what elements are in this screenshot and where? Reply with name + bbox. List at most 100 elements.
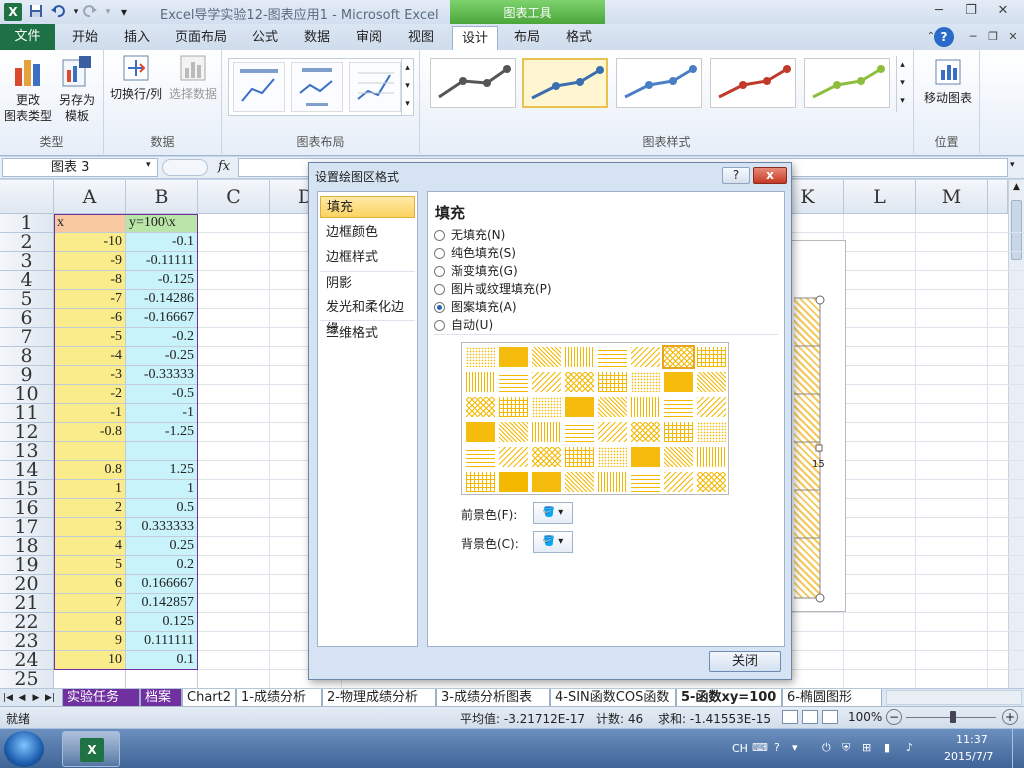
cell-a[interactable]: -3 bbox=[54, 366, 126, 385]
tab-insert[interactable]: 插入 bbox=[114, 26, 160, 50]
cell-a[interactable]: 4 bbox=[54, 537, 126, 556]
pattern-swatch[interactable] bbox=[565, 447, 594, 467]
pattern-swatch[interactable] bbox=[598, 447, 627, 467]
prev-sheet-icon[interactable]: ◀ bbox=[16, 690, 28, 706]
cell-a[interactable]: 6 bbox=[54, 575, 126, 594]
cell-b[interactable]: -0.2 bbox=[126, 328, 198, 347]
tab-page-layout[interactable]: 页面布局 bbox=[168, 26, 234, 50]
chart-style-gallery[interactable]: ▴ ▾ ▾ bbox=[426, 54, 910, 118]
pattern-swatch[interactable] bbox=[499, 422, 528, 442]
zoom-in-icon[interactable]: + bbox=[1002, 709, 1018, 725]
tab-file[interactable]: 文件 bbox=[0, 24, 55, 50]
keyboard-icon[interactable]: ⌨ bbox=[752, 741, 768, 754]
cell-a[interactable]: 2 bbox=[54, 499, 126, 518]
pattern-swatch[interactable] bbox=[499, 397, 528, 417]
pattern-swatch[interactable] bbox=[631, 447, 660, 467]
tab-formulas[interactable]: 公式 bbox=[244, 26, 286, 50]
radio-no-fill[interactable]: 无填充(N) bbox=[434, 226, 505, 244]
cell-a[interactable]: -4 bbox=[54, 347, 126, 366]
cell-a[interactable]: -9 bbox=[54, 252, 126, 271]
pattern-swatch[interactable] bbox=[565, 397, 594, 417]
tab-layout[interactable]: 布局 bbox=[504, 26, 550, 50]
pattern-swatch[interactable] bbox=[499, 347, 528, 367]
cell-b[interactable]: -0.33333 bbox=[126, 366, 198, 385]
column-header-n[interactable] bbox=[988, 180, 1008, 214]
pattern-swatch[interactable] bbox=[532, 472, 561, 492]
nav-border-style[interactable]: 边框样式 bbox=[320, 247, 415, 269]
pattern-swatch[interactable] bbox=[466, 397, 495, 417]
save-icon[interactable] bbox=[28, 4, 44, 20]
sheet-tab-4[interactable]: 4-SIN函数COS函数 bbox=[550, 689, 676, 707]
cell-b[interactable]: 0.111111 bbox=[126, 632, 198, 651]
pattern-swatch[interactable] bbox=[664, 447, 693, 467]
cell-a[interactable]: -2 bbox=[54, 385, 126, 404]
cell-b[interactable]: 0.142857 bbox=[126, 594, 198, 613]
style-option-1[interactable] bbox=[430, 58, 516, 108]
redo-icon[interactable] bbox=[82, 4, 98, 20]
clock-date[interactable]: 2015/7/7 bbox=[944, 750, 993, 763]
dialog-help-button[interactable]: ? bbox=[722, 167, 750, 184]
pattern-swatch[interactable] bbox=[631, 472, 660, 492]
cell-a[interactable]: -6 bbox=[54, 309, 126, 328]
sheet-tab-chart2[interactable]: Chart2 bbox=[182, 689, 236, 707]
sheet-tab-archive[interactable]: 档案 bbox=[140, 689, 182, 707]
cell-b[interactable]: 1.25 bbox=[126, 461, 198, 480]
cell-a[interactable]: x bbox=[54, 214, 126, 233]
pattern-swatch[interactable] bbox=[631, 422, 660, 442]
radio-solid-fill[interactable]: 纯色填充(S) bbox=[434, 244, 516, 262]
pattern-swatch[interactable] bbox=[697, 347, 726, 367]
cell-a[interactable]: 0.8 bbox=[54, 461, 126, 480]
pattern-swatch[interactable] bbox=[697, 372, 726, 392]
cell-b[interactable]: 0.166667 bbox=[126, 575, 198, 594]
tab-home[interactable]: 开始 bbox=[62, 26, 108, 50]
scroll-up-icon[interactable]: ▲ bbox=[1009, 180, 1024, 194]
resize-handle[interactable] bbox=[815, 593, 825, 603]
cell-a[interactable]: 3 bbox=[54, 518, 126, 537]
nav-fill[interactable]: 填充 bbox=[320, 196, 415, 218]
name-box-dropdown-icon[interactable]: ▾ bbox=[146, 160, 151, 170]
cell-b[interactable]: -0.25 bbox=[126, 347, 198, 366]
pattern-swatch[interactable] bbox=[631, 347, 660, 367]
cell-b[interactable]: -0.5 bbox=[126, 385, 198, 404]
tab-view[interactable]: 视图 bbox=[400, 26, 442, 50]
dialog-close-icon[interactable]: x bbox=[753, 167, 787, 184]
pattern-swatch[interactable] bbox=[697, 397, 726, 417]
cell-a[interactable]: 1 bbox=[54, 480, 126, 499]
show-desktop-button[interactable] bbox=[1012, 729, 1024, 768]
cell-b[interactable] bbox=[126, 442, 198, 461]
taskbar-excel-button[interactable]: X bbox=[62, 731, 120, 767]
switch-row-column-button[interactable]: 切换行/列 bbox=[108, 54, 164, 102]
cell-b[interactable]: -0.1 bbox=[126, 233, 198, 252]
dialog-close-button[interactable]: 关闭 bbox=[709, 651, 781, 672]
input-language[interactable]: CH bbox=[732, 742, 748, 755]
layout-option-1[interactable] bbox=[233, 62, 285, 112]
radio-pattern-fill[interactable]: 图案填充(A) bbox=[434, 298, 517, 316]
column-header-l[interactable]: L bbox=[844, 180, 916, 214]
radio-picture-texture-fill[interactable]: 图片或纹理填充(P) bbox=[434, 280, 552, 298]
name-box[interactable]: 图表 3 bbox=[2, 158, 158, 177]
cell-b[interactable]: y=100\x bbox=[126, 214, 198, 233]
radio-gradient-fill[interactable]: 渐变填充(G) bbox=[434, 262, 518, 280]
pattern-swatch[interactable] bbox=[697, 447, 726, 467]
redo-dropdown-icon[interactable]: ▾ bbox=[100, 4, 116, 20]
cell-b[interactable]: 0.125 bbox=[126, 613, 198, 632]
cell-b[interactable]: 0.1 bbox=[126, 651, 198, 670]
workbook-close-icon[interactable]: ✕ bbox=[1000, 28, 1024, 46]
pattern-swatch[interactable] bbox=[598, 472, 627, 492]
pattern-swatch[interactable] bbox=[697, 472, 726, 492]
cell-b[interactable]: -0.11111 bbox=[126, 252, 198, 271]
pattern-swatch[interactable] bbox=[466, 472, 495, 492]
tray-arrow-icon[interactable]: ▾ bbox=[792, 741, 798, 754]
style-option-2[interactable] bbox=[522, 58, 608, 108]
style-option-3[interactable] bbox=[616, 58, 702, 108]
tab-design[interactable]: 设计 bbox=[452, 26, 498, 51]
power-icon[interactable]: ⏻ bbox=[822, 741, 831, 755]
volume-icon[interactable]: ♪ bbox=[906, 741, 913, 754]
pattern-swatch[interactable] bbox=[598, 347, 627, 367]
resize-handle[interactable] bbox=[815, 444, 823, 452]
customize-qat-icon[interactable]: ▾ bbox=[116, 4, 132, 20]
nav-border-color[interactable]: 边框颜色 bbox=[320, 222, 415, 244]
pattern-swatch[interactable] bbox=[565, 422, 594, 442]
cell-b[interactable]: -1.25 bbox=[126, 423, 198, 442]
sheet-tab-3[interactable]: 3-成绩分析图表 bbox=[436, 689, 550, 707]
